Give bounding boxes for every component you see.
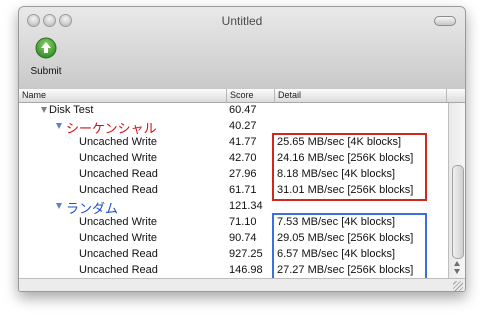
row-name: Uncached Write [79,216,158,228]
row-score: 42.70 [229,152,257,164]
row-name: Uncached Write [79,136,158,148]
scroll-up-arrow-icon[interactable] [454,261,460,266]
table-header: Name Score Detail [19,89,465,103]
row-name: Uncached Write [79,232,158,244]
toolbar-toggle-button[interactable] [434,16,456,26]
submit-label: Submit [30,66,62,77]
row-score: 927.25 [229,248,263,260]
row-name: Uncached Read [79,184,158,196]
row-score: 61.71 [229,184,257,196]
column-header-score[interactable]: Score [230,90,254,100]
submit-button[interactable]: Submit [26,33,66,79]
title-bar: Untitled Submit [19,7,465,90]
row-score: 90.74 [229,232,257,244]
row-score: 71.10 [229,216,257,228]
row-score: 60.47 [229,104,257,116]
disclosure-triangle-icon[interactable] [56,123,62,129]
row-score: 121.34 [229,200,263,212]
random-highlight-box [272,213,427,280]
resize-grip-icon[interactable] [453,281,463,291]
app-window: Untitled Submit Name Score Detail Disk T… [18,6,466,292]
table-row[interactable]: Disk Test 60.47 [19,103,448,119]
row-score: 27.96 [229,168,257,180]
row-name: Uncached Write [79,152,158,164]
column-header-detail[interactable]: Detail [278,90,301,100]
row-name: Disk Test [49,104,94,116]
column-header-name[interactable]: Name [22,90,46,100]
disclosure-triangle-icon[interactable] [41,107,47,113]
row-name: Uncached Read [79,264,158,276]
scroll-down-arrow-icon[interactable] [454,269,460,274]
vertical-scrollbar[interactable] [448,103,465,278]
row-name: Uncached Read [79,168,158,180]
results-outline: Disk Test 60.47 シーケンシャル 40.27 Uncached W… [19,103,448,280]
row-score: 146.98 [229,264,263,276]
row-name: Uncached Read [79,248,158,260]
window-bottom-bar [19,278,465,291]
window-title: Untitled [221,14,263,28]
disclosure-triangle-icon[interactable] [56,203,62,209]
scroll-thumb[interactable] [452,165,464,259]
arrow-up-circle-icon [35,37,57,59]
row-score: 40.27 [229,120,257,132]
row-score: 41.77 [229,136,257,148]
sequential-highlight-box [272,133,427,201]
